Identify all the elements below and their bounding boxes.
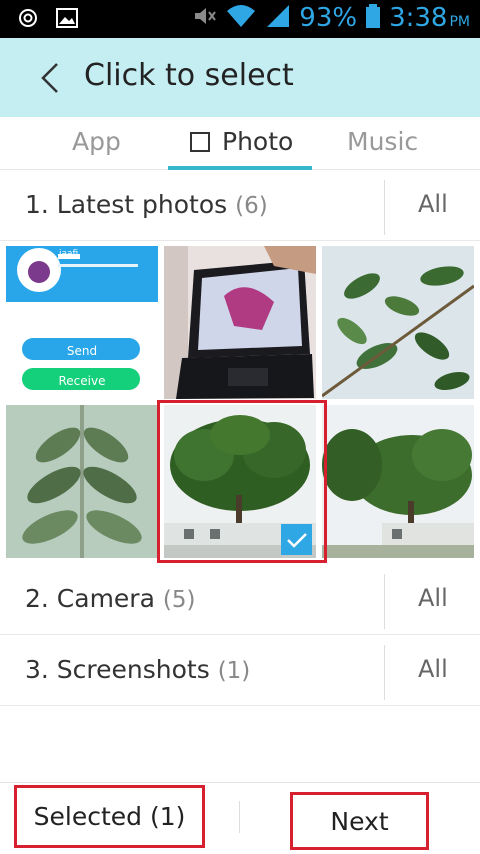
wifi-icon bbox=[225, 3, 257, 33]
album-title: 1. Latest photos (6) bbox=[25, 190, 268, 219]
tab-app[interactable]: App bbox=[72, 127, 121, 156]
album-row-screenshots[interactable]: 3. Screenshots (1) All bbox=[0, 635, 480, 706]
profile-text: jaafi bbox=[59, 249, 79, 259]
circle-status-icon bbox=[18, 8, 38, 32]
next-button[interactable]: Next bbox=[290, 792, 429, 850]
photo-thumbnail[interactable]: jaafi Send Receive bbox=[6, 246, 158, 399]
album-row-latest-photos[interactable]: 1. Latest photos (6) All bbox=[0, 170, 480, 241]
checkmark-icon[interactable] bbox=[281, 524, 312, 555]
photo-thumbnail[interactable] bbox=[6, 405, 158, 558]
album-row-camera[interactable]: 2. Camera (5) All bbox=[0, 564, 480, 635]
selected-count-button[interactable]: Selected (1) bbox=[14, 785, 205, 848]
signal-icon bbox=[265, 3, 291, 33]
send-label: Send bbox=[66, 344, 98, 358]
select-all-checkbox[interactable] bbox=[190, 131, 210, 152]
tab-music[interactable]: Music bbox=[347, 127, 418, 156]
mute-icon bbox=[193, 5, 217, 31]
clock: 3:38 PM bbox=[389, 3, 470, 33]
image-notification-icon bbox=[56, 8, 78, 32]
status-bar: 93% 3:38 PM bbox=[0, 0, 480, 38]
photo-thumbnail[interactable] bbox=[164, 246, 316, 399]
divider bbox=[384, 180, 385, 235]
divider bbox=[239, 801, 240, 833]
album-title: 2. Camera (5) bbox=[25, 584, 196, 613]
photo-thumbnail[interactable] bbox=[322, 246, 474, 399]
select-all-button[interactable]: All bbox=[418, 190, 448, 218]
divider bbox=[384, 574, 385, 629]
page-title: Click to select bbox=[84, 58, 294, 93]
receive-label: Receive bbox=[58, 374, 106, 388]
tab-photo-label: Photo bbox=[222, 127, 294, 156]
photo-thumbnail[interactable] bbox=[322, 405, 474, 558]
divider bbox=[384, 645, 385, 700]
album-title: 3. Screenshots (1) bbox=[25, 655, 251, 684]
app-header: Click to select bbox=[0, 38, 480, 117]
back-arrow-icon[interactable] bbox=[30, 56, 70, 100]
select-all-button[interactable]: All bbox=[418, 584, 448, 612]
battery-icon bbox=[365, 3, 381, 33]
tab-bar: App Photo Music bbox=[0, 117, 480, 170]
bottom-action-bar: Selected (1) Next bbox=[0, 782, 480, 854]
tab-photo[interactable]: Photo bbox=[190, 127, 293, 156]
photo-grid: jaafi Send Receive bbox=[0, 240, 480, 563]
battery-percent: 93% bbox=[299, 3, 358, 33]
select-all-button[interactable]: All bbox=[418, 655, 448, 683]
